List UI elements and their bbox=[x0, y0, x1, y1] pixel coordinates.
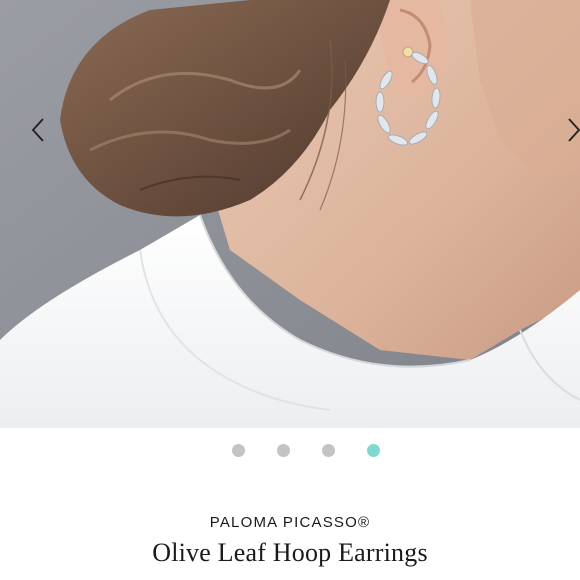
previous-image-button[interactable] bbox=[26, 112, 50, 148]
product-image-gallery[interactable] bbox=[0, 0, 580, 428]
chevron-left-icon bbox=[31, 118, 44, 142]
next-image-button[interactable] bbox=[562, 112, 580, 148]
product-photo bbox=[0, 0, 580, 428]
carousel-dot-1[interactable] bbox=[232, 444, 245, 457]
carousel-pagination bbox=[0, 444, 580, 458]
chevron-right-icon bbox=[568, 118, 580, 142]
product-brand: PALOMA PICASSO® bbox=[209, 514, 371, 531]
carousel-dot-3[interactable] bbox=[322, 444, 335, 457]
carousel-dot-2[interactable] bbox=[277, 444, 290, 457]
product-title: Olive Leaf Hoop Earrings bbox=[152, 538, 428, 567]
carousel-dot-4[interactable] bbox=[367, 444, 380, 457]
